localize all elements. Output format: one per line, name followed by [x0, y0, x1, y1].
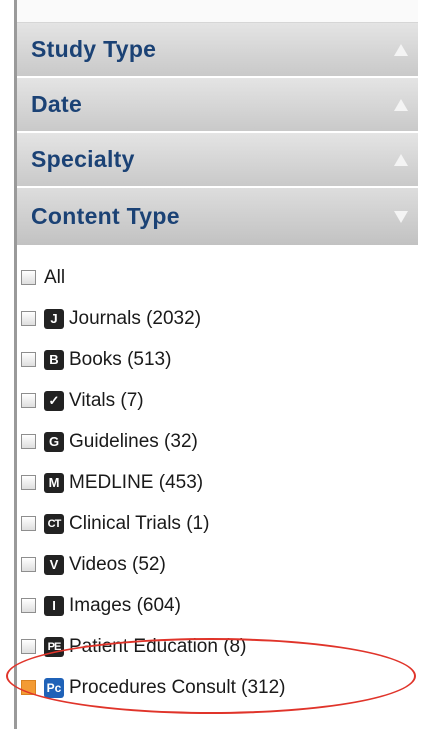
filter-item-patient-education[interactable]: PE Patient Education (8) — [17, 626, 418, 667]
checkbox[interactable] — [21, 352, 36, 367]
checkbox[interactable] — [21, 393, 36, 408]
checkbox[interactable] — [21, 557, 36, 572]
filter-item-clinical-trials[interactable]: CT Clinical Trials (1) — [17, 503, 418, 544]
section-header-content-type[interactable]: Content Type — [17, 188, 418, 247]
section-title: Study Type — [31, 36, 157, 62]
filter-label: Vitals (7) — [69, 389, 144, 411]
filter-item-videos[interactable]: V Videos (52) — [17, 544, 418, 585]
image-icon: I — [44, 595, 64, 616]
filter-label: Videos (52) — [69, 553, 166, 575]
patient-education-icon: PE — [44, 636, 64, 657]
checkmark-icon: ✓ — [44, 390, 64, 411]
filter-label: Procedures Consult (312) — [69, 676, 286, 698]
medline-icon: M — [44, 472, 64, 493]
expand-arrow-icon — [394, 210, 408, 223]
filter-item-books[interactable]: B Books (513) — [17, 339, 418, 380]
section-title: Content Type — [31, 203, 180, 229]
filter-item-guidelines[interactable]: G Guidelines (32) — [17, 421, 418, 462]
checkbox[interactable] — [21, 270, 36, 285]
journal-icon: J — [44, 308, 64, 329]
collapse-arrow-icon — [394, 98, 408, 111]
filter-item-vitals[interactable]: ✓ Vitals (7) — [17, 380, 418, 421]
procedures-consult-icon: Pc — [44, 677, 64, 698]
filter-item-procedures-consult[interactable]: Pc Procedures Consult (312) — [17, 667, 418, 708]
panel-top-bar — [17, 0, 418, 23]
checkbox[interactable] — [21, 434, 36, 449]
checkbox[interactable] — [21, 516, 36, 531]
section-header-specialty[interactable]: Specialty — [17, 133, 418, 188]
section-title: Date — [31, 91, 83, 117]
filter-label: Images (604) — [69, 594, 181, 616]
checkbox[interactable] — [21, 598, 36, 613]
checkbox-checked[interactable] — [21, 680, 36, 695]
filter-item-images[interactable]: I Images (604) — [17, 585, 418, 626]
filter-item-all[interactable]: All — [17, 257, 418, 298]
checkbox[interactable] — [21, 639, 36, 654]
book-icon: B — [44, 349, 64, 370]
filter-label: Clinical Trials (1) — [69, 512, 210, 534]
filter-panel: Study Type Date Specialty Content Type A… — [14, 0, 418, 729]
checkbox[interactable] — [21, 311, 36, 326]
filter-label: MEDLINE (453) — [69, 471, 204, 493]
filter-label: Books (513) — [69, 348, 172, 370]
filter-label: Patient Education (8) — [69, 635, 247, 657]
collapse-arrow-icon — [394, 43, 408, 56]
checkbox[interactable] — [21, 475, 36, 490]
clinical-trial-icon: CT — [44, 513, 64, 534]
filter-item-journals[interactable]: J Journals (2032) — [17, 298, 418, 339]
filter-label: Guidelines (32) — [69, 430, 198, 452]
filter-label: All — [44, 266, 66, 288]
section-title: Specialty — [31, 146, 135, 172]
filter-item-medline[interactable]: M MEDLINE (453) — [17, 462, 418, 503]
collapse-arrow-icon — [394, 153, 408, 166]
content-type-list: All J Journals (2032) B Books (513) ✓ Vi… — [17, 247, 418, 708]
video-icon: V — [44, 554, 64, 575]
section-header-date[interactable]: Date — [17, 78, 418, 133]
filter-label: Journals (2032) — [69, 307, 202, 329]
guideline-icon: G — [44, 431, 64, 452]
section-header-study-type[interactable]: Study Type — [17, 23, 418, 78]
